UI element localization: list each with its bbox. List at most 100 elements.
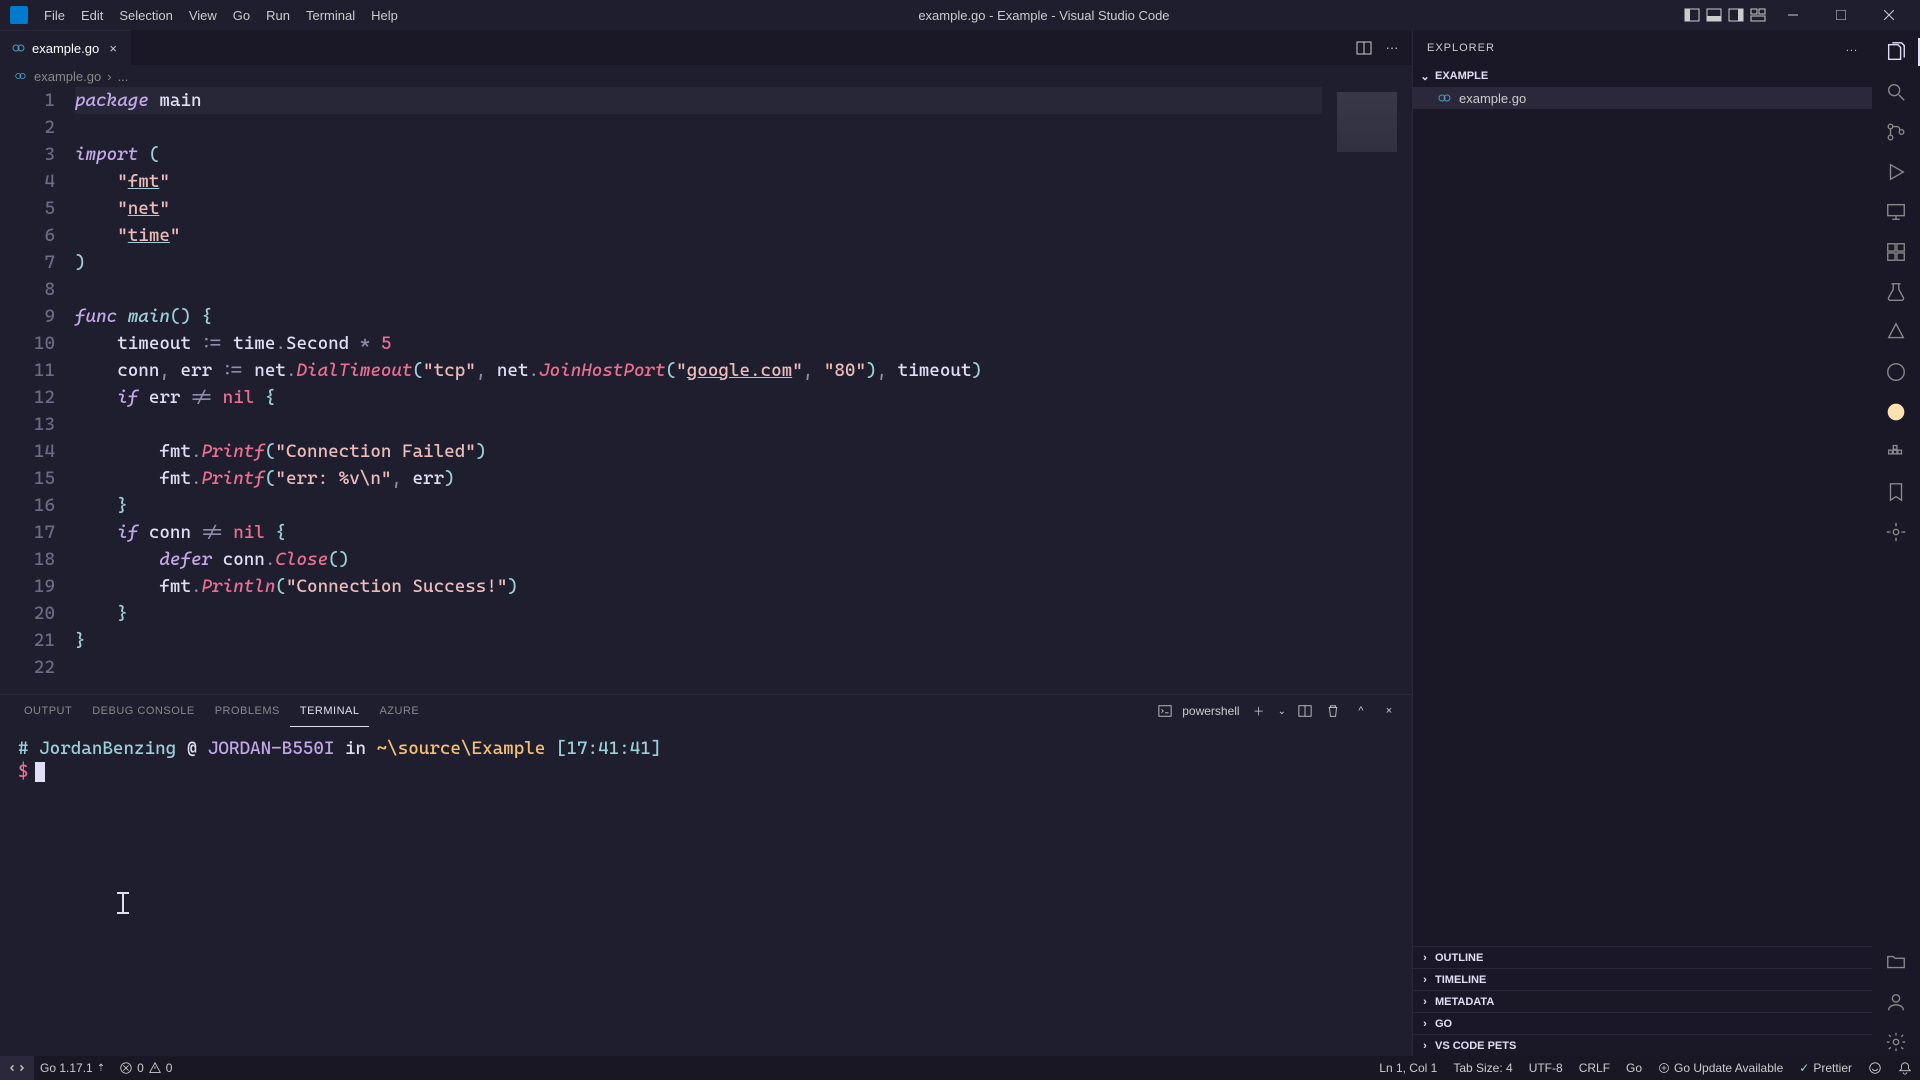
chevron-right-icon: › <box>1417 996 1433 1008</box>
bottom-panel: OUTPUT DEBUG CONSOLE PROBLEMS TERMINAL A… <box>0 694 1412 1056</box>
run-debug-icon[interactable] <box>1882 158 1910 186</box>
go-file-icon <box>1437 90 1453 106</box>
layout-left-icon[interactable] <box>1682 5 1702 25</box>
editor-tabs: example.go × ··· <box>0 30 1412 65</box>
remote-explorer-icon[interactable] <box>1882 198 1910 226</box>
term-prompt: $ <box>18 761 29 782</box>
close-button[interactable] <box>1866 0 1912 30</box>
vscode-logo-icon <box>10 6 28 24</box>
search-icon[interactable] <box>1882 78 1910 106</box>
go-version[interactable]: Go 1.17.1 ⇡ <box>40 1061 105 1075</box>
tab-label: example.go <box>32 41 99 56</box>
project-name: EXAMPLE <box>1435 70 1488 82</box>
menu-go[interactable]: Go <box>225 8 258 23</box>
azure-icon[interactable] <box>1882 318 1910 346</box>
window-title: example.go - Example - Visual Studio Cod… <box>406 8 1682 23</box>
file-tree[interactable]: example.go <box>1413 87 1872 946</box>
chevron-right-icon: › <box>1417 1018 1433 1030</box>
prettier-status[interactable]: ✓ Prettier <box>1799 1061 1852 1075</box>
minimize-button[interactable] <box>1770 0 1816 30</box>
cursor-position[interactable]: Ln 1, Col 1 <box>1379 1061 1437 1075</box>
code-editor[interactable]: 12345678910111213141516171819202122 pack… <box>0 87 1412 694</box>
breadcrumb-file: example.go <box>34 69 101 84</box>
terminal-dropdown-icon[interactable]: ⌄ <box>1278 706 1286 717</box>
layout-right-icon[interactable] <box>1726 5 1746 25</box>
file-item-example-go[interactable]: example.go <box>1413 87 1872 109</box>
extensions-icon[interactable] <box>1882 238 1910 266</box>
docker-icon[interactable] <box>1882 438 1910 466</box>
menu-selection[interactable]: Selection <box>111 8 180 23</box>
menu-edit[interactable]: Edit <box>73 8 111 23</box>
chevron-right-icon: › <box>1417 1040 1433 1052</box>
term-host: JORDAN-B550I <box>208 738 335 759</box>
more-actions-icon[interactable]: ··· <box>1382 38 1402 58</box>
problems-indicator[interactable]: 0 0 <box>119 1061 172 1075</box>
term-path: ~\source\Example <box>377 738 546 759</box>
indentation[interactable]: Tab Size: 4 <box>1453 1061 1512 1075</box>
sidebar-more-icon[interactable]: ... <box>1846 42 1858 54</box>
breadcrumb-dots: ... <box>118 69 129 84</box>
panel-tab-output[interactable]: OUTPUT <box>14 695 82 727</box>
panel-tab-terminal[interactable]: TERMINAL <box>290 695 370 727</box>
activity-bar <box>1872 30 1920 1056</box>
maximize-panel-icon[interactable]: ^ <box>1352 702 1370 720</box>
language-mode[interactable]: Go <box>1626 1061 1642 1075</box>
chevron-right-icon: › <box>1417 952 1433 964</box>
panel-tab-problems[interactable]: PROBLEMS <box>205 695 290 727</box>
remote-indicator[interactable] <box>0 1056 34 1080</box>
new-terminal-icon[interactable]: ＋ <box>1250 702 1268 720</box>
terminal-shell-icon <box>1158 704 1172 718</box>
split-editor-icon[interactable] <box>1354 38 1374 58</box>
section-go[interactable]: ›GO <box>1413 1012 1872 1034</box>
split-terminal-icon[interactable] <box>1296 702 1314 720</box>
term-time: [17:41:41] <box>556 738 661 759</box>
source-control-icon[interactable] <box>1882 118 1910 146</box>
explorer-folder-header[interactable]: ⌄ EXAMPLE <box>1413 65 1872 87</box>
code-content[interactable]: package main import ( "fmt" "net" "time"… <box>75 87 1412 694</box>
layout-bottom-icon[interactable] <box>1704 5 1724 25</box>
breadcrumb-separator: › <box>107 69 111 84</box>
term-hash: # <box>18 738 29 759</box>
file-label: example.go <box>1459 91 1526 106</box>
feedback-icon[interactable] <box>1868 1061 1882 1075</box>
term-at: @ <box>187 738 198 759</box>
json-icon[interactable] <box>1882 398 1910 426</box>
breadcrumb[interactable]: example.go › ... <box>0 65 1412 87</box>
close-panel-icon[interactable]: × <box>1380 702 1398 720</box>
section-metadata[interactable]: ›METADATA <box>1413 990 1872 1012</box>
menu-run[interactable]: Run <box>258 8 298 23</box>
layout-customize-icon[interactable] <box>1748 5 1768 25</box>
menu-help[interactable]: Help <box>363 8 406 23</box>
sidebar-title: EXPLORER <box>1427 42 1495 54</box>
maximize-button[interactable] <box>1818 0 1864 30</box>
section-timeline[interactable]: ›TIMELINE <box>1413 968 1872 990</box>
test-icon[interactable] <box>1882 278 1910 306</box>
menu-view[interactable]: View <box>181 8 225 23</box>
settings-gear-icon[interactable] <box>1882 1028 1910 1056</box>
menu-terminal[interactable]: Terminal <box>298 8 363 23</box>
account-icon[interactable] <box>1882 988 1910 1016</box>
kill-terminal-icon[interactable] <box>1324 702 1342 720</box>
folder-icon[interactable] <box>1882 948 1910 976</box>
section-outline[interactable]: ›OUTLINE <box>1413 946 1872 968</box>
go-file-icon <box>14 69 28 83</box>
terminal-shell-label[interactable]: powershell <box>1182 704 1239 718</box>
tab-close-icon[interactable]: × <box>105 40 121 56</box>
panel-tab-debug-console[interactable]: DEBUG CONSOLE <box>82 695 204 727</box>
section-vscode-pets[interactable]: ›VS CODE PETS <box>1413 1034 1872 1056</box>
terminal[interactable]: # JordanBenzing @ JORDAN-B550I in ~\sour… <box>0 727 1412 1056</box>
encoding[interactable]: UTF-8 <box>1529 1061 1563 1075</box>
live-share-icon[interactable] <box>1882 518 1910 546</box>
explorer-icon[interactable] <box>1882 38 1910 66</box>
chevron-right-icon: › <box>1417 974 1433 986</box>
eol[interactable]: CRLF <box>1579 1061 1610 1075</box>
github-icon[interactable] <box>1882 358 1910 386</box>
bookmark-icon[interactable] <box>1882 478 1910 506</box>
notifications-icon[interactable] <box>1898 1061 1912 1075</box>
go-update[interactable]: Go Update Available <box>1658 1061 1783 1075</box>
panel-tab-azure[interactable]: AZURE <box>369 695 429 727</box>
text-cursor-icon <box>122 892 124 914</box>
tab-example-go[interactable]: example.go × <box>0 30 131 65</box>
title-bar: File Edit Selection View Go Run Terminal… <box>0 0 1920 30</box>
menu-file[interactable]: File <box>36 8 73 23</box>
